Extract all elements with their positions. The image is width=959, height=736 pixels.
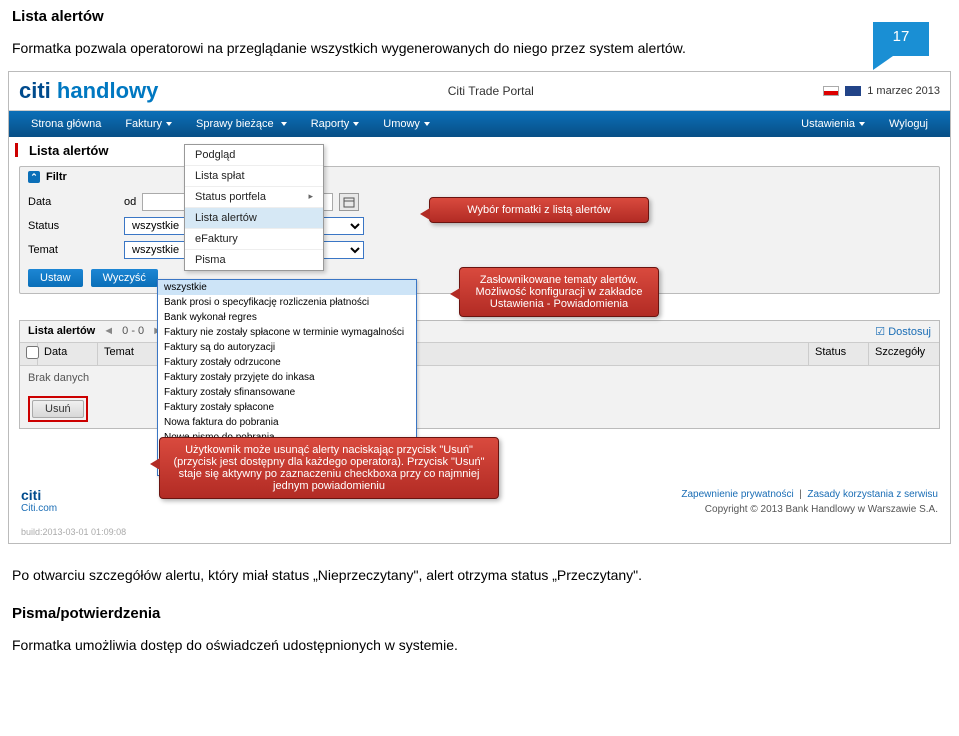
combo-option[interactable]: Faktury nie zostały spłacone w terminie … [158,325,416,340]
app-screenshot: citi handlowy Citi Trade Portal 1 marzec… [8,71,951,544]
portal-title: Citi Trade Portal [158,84,823,98]
nav-ustawienia[interactable]: Ustawienia [789,118,877,130]
drop-pisma[interactable]: Pisma [185,250,323,270]
combo-option[interactable]: Bank prosi o specyfikację rozliczenia pł… [158,295,416,310]
doc-heading: Lista alertów [0,0,959,33]
combo-option[interactable]: wszystkie [158,280,416,295]
header-date: 1 marzec 2013 [867,85,940,97]
combo-option[interactable]: Nowa faktura do pobrania [158,415,416,430]
calendar-to-button[interactable] [339,193,359,211]
callout-tematy: Zasłownikowane tematy alertów. Możliwość… [459,267,659,317]
header-right: 1 marzec 2013 [823,85,940,97]
drop-lista-alertow[interactable]: Lista alertów [185,208,323,229]
label-od: od [124,196,136,208]
callout-wybor: Wybór formatki z listą alertów [429,197,649,223]
doc-after-shot: Po otwarciu szczegółów alertu, który mia… [0,560,959,598]
flag-pl-icon[interactable] [823,86,839,96]
app-header: citi handlowy Citi Trade Portal 1 marzec… [9,72,950,111]
combo-option[interactable]: Faktury zostały sfinansowane [158,385,416,400]
usun-button[interactable]: Usuń [32,400,84,418]
filter-header: ⌃ Filtr [20,167,939,187]
wyczysc-button[interactable]: Wyczyść [91,269,158,287]
combo-option[interactable]: Bank wykonał regres [158,310,416,325]
col-data[interactable]: Data [38,343,98,365]
col-status[interactable]: Status [809,343,869,365]
ustaw-button[interactable]: Ustaw [28,269,83,287]
doc-intro: Formatka pozwala operatorowi na przegląd… [0,33,959,71]
drop-efaktury[interactable]: eFaktury [185,229,323,250]
combo-option[interactable]: Faktury zostały spłacone [158,400,416,415]
page-title: Lista alertów [19,143,940,158]
content: Lista alertów ⌃ Filtr Data od do [9,137,950,477]
label-status: Status [28,220,118,232]
pager-prev-icon[interactable]: ◄ [103,325,114,337]
col-szczegoly[interactable]: Szczegóły [869,343,939,365]
footer-copyright: Copyright © 2013 Bank Handlowy w Warszaw… [705,504,938,515]
dropdown-sprawy: Podgląd Lista spłat Status portfela List… [184,144,324,271]
nav-faktury[interactable]: Faktury [113,118,184,130]
list-title: Lista alertów [28,325,95,337]
combo-option[interactable]: Faktury zostały przyjęte do inkasa [158,370,416,385]
doc-heading-2: Pisma/potwierdzenia [0,597,959,630]
label-temat: Temat [28,244,118,256]
footer-citicom-link[interactable]: Citi.com [21,503,57,514]
doc-after-shot-2: Formatka umożliwia dostęp do oświadczeń … [0,630,959,668]
drop-status-portfela[interactable]: Status portfela [185,187,323,208]
combo-option[interactable]: Faktury są do autoryzacji [158,340,416,355]
footer-citi-logo: citi [21,487,57,503]
page-marker-icon [15,143,18,157]
usun-highlight: Usuń [28,396,88,422]
collapse-icon[interactable]: ⌃ [28,171,40,183]
footer-terms-link[interactable]: Zasady korzystania z serwisu [807,489,938,500]
nav-sprawy[interactable]: Sprawy bieżące Podgląd Lista spłat Statu… [184,118,299,130]
page-number-badge: 17 [873,22,929,70]
nav-home[interactable]: Strona główna [19,118,113,130]
nav-bar: Strona główna Faktury Sprawy bieżące Pod… [9,111,950,137]
callout-usun: Użytkownik może usunąć alerty naciskając… [159,437,499,499]
calendar-icon [343,196,355,208]
combo-option[interactable]: Faktury zostały odrzucone [158,355,416,370]
footer-privacy-link[interactable]: Zapewnienie prywatności [681,489,793,500]
build-info: build:2013-03-01 01:09:08 [9,527,950,543]
page-number: 17 [873,28,929,45]
label-data: Data [28,196,118,208]
flag-en-icon[interactable] [845,86,861,96]
drop-lista-splat[interactable]: Lista spłat [185,166,323,187]
pager-range: 0 - 0 [122,325,144,337]
nav-umowy[interactable]: Umowy [371,118,442,130]
dostosuj-link[interactable]: ☑ Dostosuj [875,325,931,338]
nav-raporty[interactable]: Raporty [299,118,372,130]
drop-podglad[interactable]: Podgląd [185,145,323,166]
nav-wyloguj[interactable]: Wyloguj [877,118,940,130]
citi-logo: citi handlowy [19,78,158,104]
